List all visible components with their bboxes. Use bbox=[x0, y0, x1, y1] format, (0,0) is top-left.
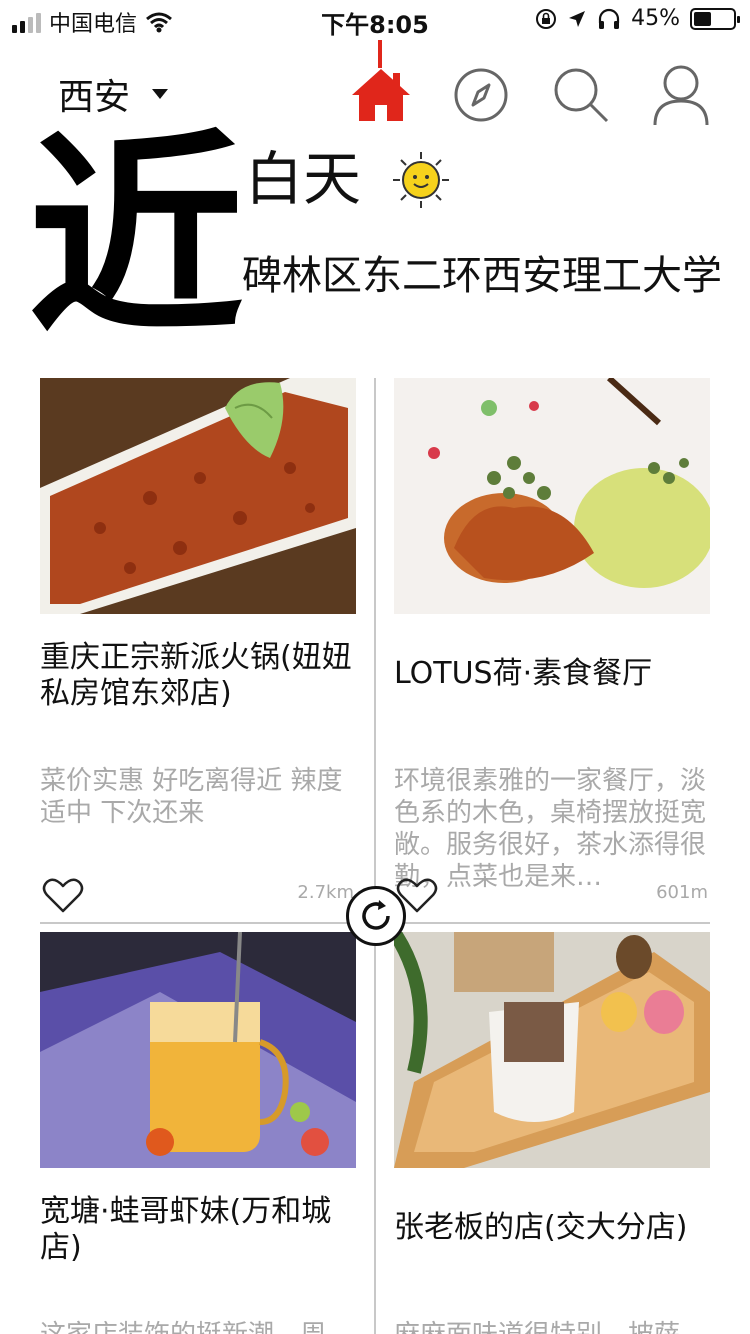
restaurant-title[interactable]: 重庆正宗新派火锅(妞妞私房馆东郊店) bbox=[40, 640, 356, 726]
restaurant-card[interactable]: 重庆正宗新派火锅(妞妞私房馆东郊店) 菜价实惠 好吃离得近 辣度适中 下次还来 … bbox=[40, 378, 356, 913]
restaurant-card[interactable]: 宽塘·蛙哥虾妹(万和城店) 这家店装饰的挺新潮，周 bbox=[40, 932, 356, 1334]
restaurant-photo[interactable] bbox=[394, 378, 710, 614]
refresh-button[interactable] bbox=[346, 886, 406, 946]
row-divider bbox=[394, 922, 710, 924]
profile-tab[interactable] bbox=[648, 62, 714, 128]
compass-icon bbox=[454, 68, 508, 122]
restaurant-title[interactable]: 宽塘·蛙哥虾妹(万和城店) bbox=[40, 1194, 356, 1280]
chevron-down-icon bbox=[152, 89, 169, 99]
refresh-icon bbox=[362, 900, 390, 930]
daytime-label: 白天 bbox=[245, 145, 362, 213]
headphones-icon bbox=[598, 8, 620, 29]
discover-tab[interactable] bbox=[448, 62, 514, 128]
row-divider bbox=[40, 922, 356, 924]
restaurant-review: 麻麻面味道很特别，披萨 bbox=[394, 1320, 710, 1334]
home-tab[interactable] bbox=[348, 62, 414, 128]
search-icon bbox=[554, 68, 609, 123]
battery-icon bbox=[690, 7, 740, 30]
restaurant-photo[interactable] bbox=[394, 932, 710, 1168]
card-footer: 2.7km bbox=[40, 876, 356, 916]
restaurant-card[interactable]: LOTUS荷·素食餐厅 环境很素雅的一家餐厅，淡色系的木色，桌椅摆放挺宽敞。服务… bbox=[394, 378, 710, 913]
rotation-lock-icon bbox=[536, 8, 557, 29]
restaurant-title[interactable]: 张老板的店(交大分店) bbox=[394, 1194, 710, 1280]
battery-fill bbox=[694, 11, 712, 26]
user-icon bbox=[653, 65, 709, 126]
status-bar: 中国电信 下午8:05 45% bbox=[0, 0, 750, 40]
restaurant-title[interactable]: LOTUS荷·素食餐厅 bbox=[394, 640, 710, 726]
sun-icon bbox=[393, 151, 450, 208]
restaurant-photo[interactable] bbox=[40, 932, 356, 1168]
heart-icon[interactable] bbox=[42, 876, 84, 914]
restaurant-photo[interactable] bbox=[40, 378, 356, 614]
daytime-row: 白天 bbox=[245, 145, 451, 215]
restaurant-review: 环境很素雅的一家餐厅，淡色系的木色，桌椅摆放挺宽敞。服务很好，茶水添得很勤，点菜… bbox=[394, 766, 707, 892]
status-right: 45% bbox=[535, 6, 740, 31]
restaurant-card[interactable]: 张老板的店(交大分店) 麻麻面味道很特别，披萨 bbox=[394, 932, 710, 1334]
battery-percent: 45% bbox=[631, 6, 680, 31]
current-address: 碑林区东二环西安理工大学 bbox=[242, 253, 722, 299]
search-tab[interactable] bbox=[548, 62, 614, 128]
card-footer: 601m bbox=[394, 876, 710, 916]
distance-label: 601m bbox=[656, 882, 708, 903]
restaurant-review: 这家店装饰的挺新潮，周 bbox=[40, 1320, 356, 1334]
distance-label: 2.7km bbox=[297, 882, 354, 903]
restaurant-review: 菜价实惠 好吃离得近 辣度适中 下次还来 bbox=[40, 766, 343, 828]
home-icon bbox=[352, 69, 410, 121]
nearby-headline: 近 bbox=[28, 112, 245, 363]
column-divider bbox=[374, 378, 376, 1334]
restaurant-feed[interactable]: 重庆正宗新派火锅(妞妞私房馆东郊店) 菜价实惠 好吃离得近 辣度适中 下次还来 … bbox=[0, 378, 750, 1334]
location-arrow-icon bbox=[569, 10, 586, 27]
